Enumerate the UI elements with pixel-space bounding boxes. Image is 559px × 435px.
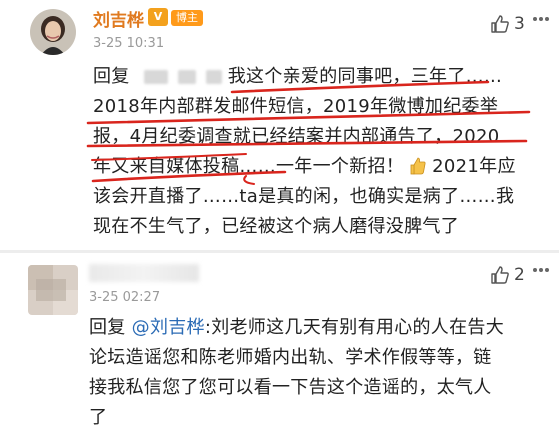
user-avatar[interactable] <box>30 9 76 55</box>
more-options-icon[interactable] <box>532 16 550 22</box>
reply-prefix: 回复 <box>89 317 126 338</box>
mention-link[interactable]: @刘吉桦 <box>132 317 205 338</box>
comment-line: 现在不生气了，已经被这个病人磨得没脾气了 <box>93 216 459 237</box>
redacted-name <box>205 70 222 84</box>
comment-line: 论坛造谣您和陈老师婚内出轨、学术作假等等，链 <box>89 347 492 368</box>
comment-item: 3-25 02:27 2 回复 @刘吉桦:刘老师这几天有别有用心的人在告大 论坛… <box>0 253 559 435</box>
username[interactable]: 刘吉桦 <box>93 6 144 31</box>
user-avatar[interactable] <box>28 265 78 315</box>
redacted-name <box>143 70 168 84</box>
redacted-username <box>89 264 199 282</box>
comment-timestamp: 3-25 02:27 <box>89 290 161 305</box>
thumbs-up-emoji-icon <box>410 157 426 175</box>
thumbs-up-icon <box>491 15 509 33</box>
author-badge: 博主 <box>171 10 203 26</box>
vip-badge-icon: V <box>148 8 168 26</box>
like-count: 3 <box>514 14 525 34</box>
comment-line: 了 <box>89 407 108 428</box>
redacted-name <box>177 70 196 84</box>
comment-line: 年又来自媒体投稿……一年一个新招！ <box>93 156 405 177</box>
like-button[interactable]: 3 <box>490 14 525 34</box>
comment-line: 2018年内部群发邮件短信，2019年微博加纪委举 <box>93 96 499 117</box>
comment-line: 我这个亲爱的同事吧，三年了…… <box>227 66 503 87</box>
like-count: 2 <box>514 265 525 285</box>
comment-body: 回复 我这个亲爱的同事吧，三年了…… 2018年内部群发邮件短信，2019年微博… <box>93 62 533 242</box>
thumbs-up-icon <box>491 266 509 284</box>
comment-line: 接我私信您了您可以看一下告这个造谣的，太气人 <box>89 377 492 398</box>
more-options-icon[interactable] <box>532 267 550 273</box>
reply-prefix: 回复 <box>93 66 130 87</box>
comment-line: 报，4月纪委调查就已经结案并内部通告了，2020 <box>93 126 500 147</box>
like-button[interactable]: 2 <box>490 265 525 285</box>
comment-timestamp: 3-25 10:31 <box>93 36 165 51</box>
comment-body: 回复 @刘吉桦:刘老师这几天有别有用心的人在告大 论坛造谣您和陈老师婚内出轨、学… <box>89 313 529 433</box>
comment-item: 刘吉桦 V 博主 3-25 10:31 3 回复 我这个亲爱的同事吧，三年了……… <box>0 0 559 252</box>
comment-line: :刘老师这几天有别有用心的人在告大 <box>204 317 505 338</box>
comment-line: 该会开直播了……ta是真的闲，也确实是病了……我 <box>93 186 515 207</box>
comment-line: 2021年应 <box>432 156 516 177</box>
